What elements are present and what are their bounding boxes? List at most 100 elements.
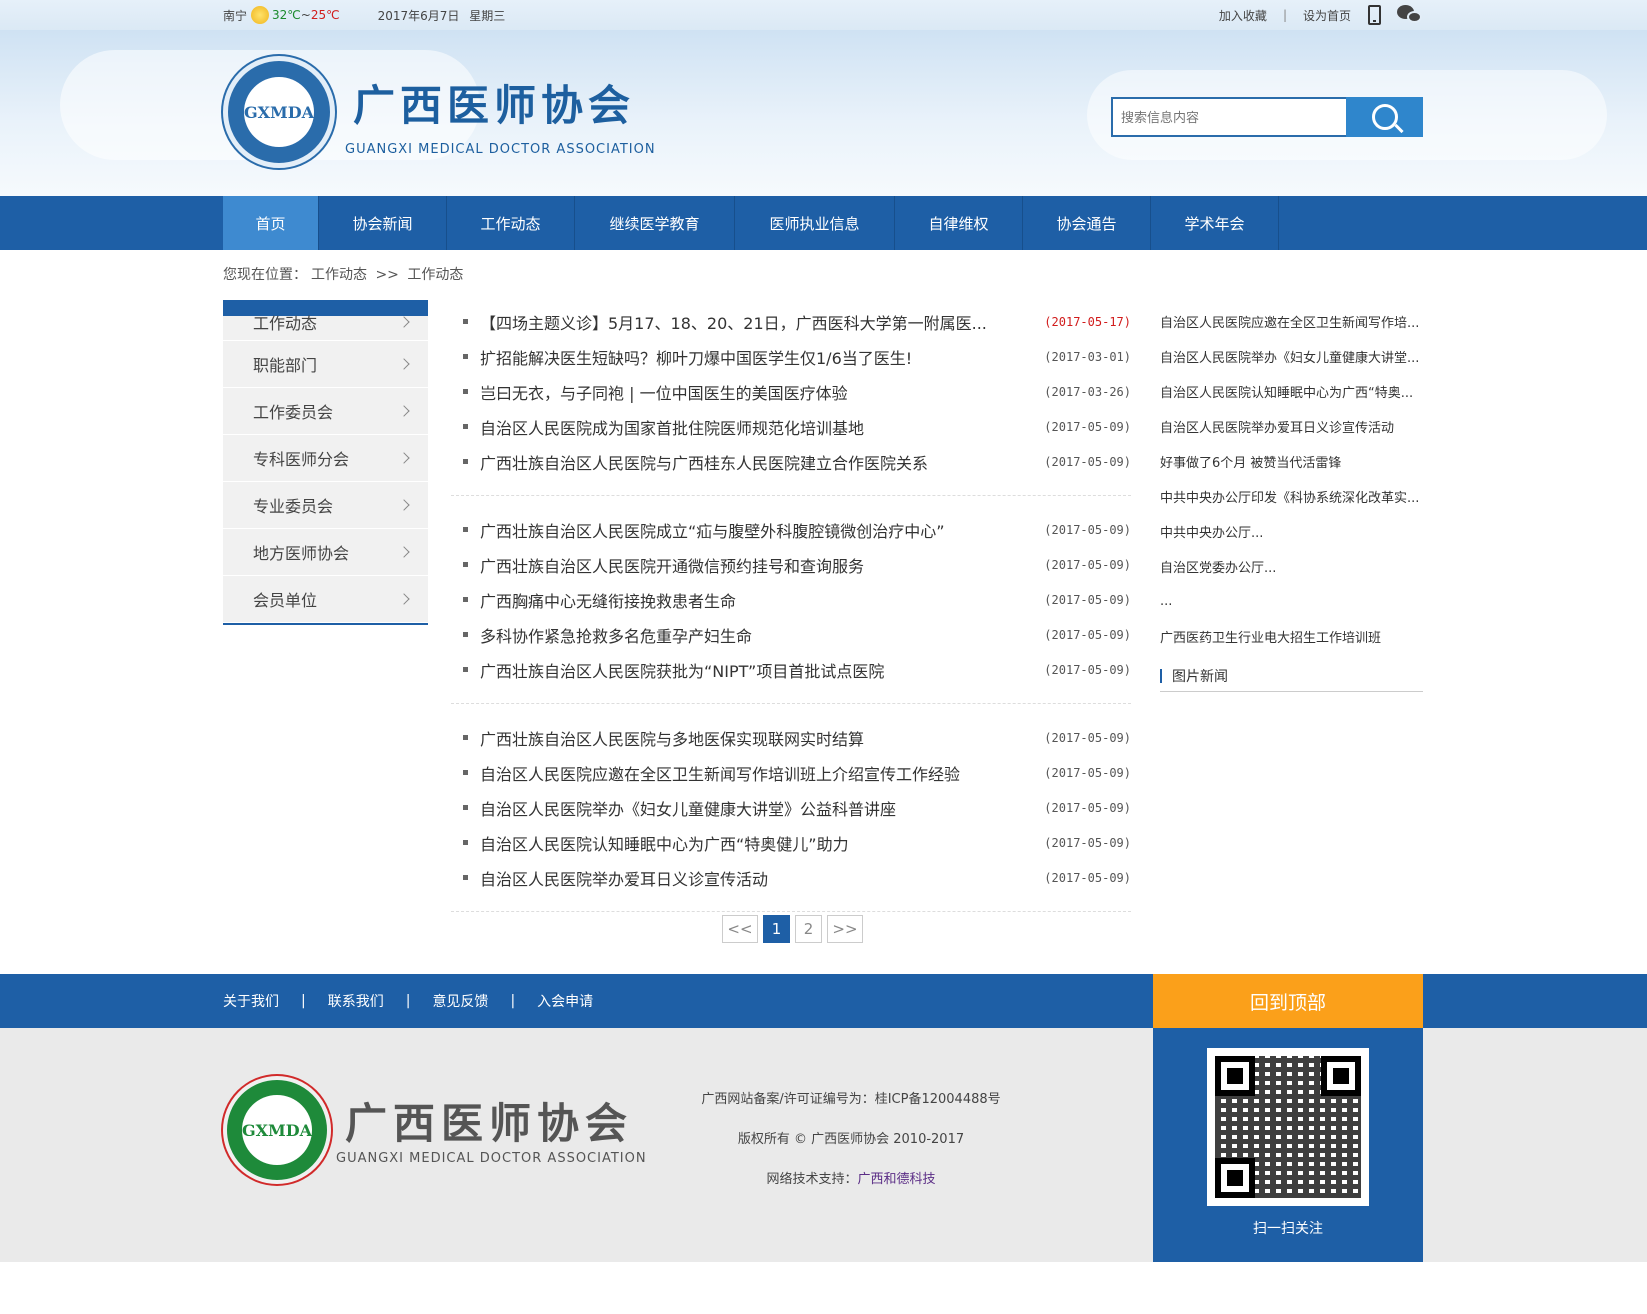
nav-practice-info[interactable]: 医师执业信息 — [735, 196, 895, 250]
nav-self-discipline[interactable]: 自律维权 — [895, 196, 1023, 250]
left-menu-item[interactable]: 职能部门 — [223, 341, 428, 388]
footer-bar: 关于我们 | 联系我们 | 意见反馈 | 入会申请 回到顶部 — [0, 974, 1647, 1028]
association-logo[interactable]: GXMDA — [223, 56, 335, 168]
left-menu-item[interactable]: 地方医师协会 — [223, 529, 428, 576]
news-date: (2017-05-09) — [1044, 454, 1131, 469]
pagination: << 1 2 >> — [722, 915, 868, 943]
news-row[interactable]: 岂曰无衣，与子同袍 | 一位中国医生的美国医疗体验 (2017-03-26) — [451, 374, 1131, 409]
footer-link-feedback[interactable]: 意见反馈 — [432, 991, 488, 1011]
bullet-icon — [463, 597, 468, 602]
footer-link-join[interactable]: 入会申请 — [537, 991, 593, 1011]
news-row[interactable]: 广西壮族自治区人民医院与多地医保实现联网实时结算 (2017-05-09) — [451, 720, 1131, 755]
support-link[interactable]: 广西和德科技 — [858, 1172, 936, 1187]
left-menu-label: 职能部门 — [253, 356, 318, 375]
footer-link-contact[interactable]: 联系我们 — [328, 991, 384, 1011]
nav-continuing-education[interactable]: 继续医学教育 — [575, 196, 735, 250]
chevron-right-icon — [398, 546, 410, 558]
left-menu-item[interactable]: 专科医师分会 — [223, 435, 428, 482]
news-row[interactable]: 自治区人民医院举办《妇女儿童健康大讲堂》公益科普讲座 (2017-05-09) — [451, 790, 1131, 825]
news-title[interactable]: 自治区人民医院认知睡眠中心为广西“特奥健儿”助力 — [480, 831, 1041, 855]
side-news-item[interactable]: 自治区人民医院认知睡眠中心为广西“特奥... — [1160, 374, 1423, 409]
news-row[interactable]: 广西壮族自治区人民医院获批为“NIPT”项目首批试点医院 (2017-05-09) — [451, 652, 1131, 687]
news-row[interactable]: 自治区人民医院成为国家首批住院医师规范化培训基地 (2017-05-09) — [451, 409, 1131, 444]
left-menu: 工作动态 职能部门 工作委员会 专科医师分会 专业委员会 地方医师协会 会员单位 — [223, 300, 428, 625]
set-home-link[interactable]: 设为首页 — [1303, 7, 1351, 24]
nav-notices[interactable]: 协会通告 — [1023, 196, 1151, 250]
side-news-item[interactable]: ... — [1160, 584, 1423, 619]
heading-marker — [1160, 668, 1162, 683]
breadcrumb-level2[interactable]: 工作动态 — [407, 267, 463, 283]
news-row[interactable]: 广西壮族自治区人民医院开通微信预约挂号和查询服务 (2017-05-09) — [451, 547, 1131, 582]
nav-work-updates[interactable]: 工作动态 — [447, 196, 575, 250]
news-title[interactable]: 自治区人民医院成为国家首批住院医师规范化培训基地 — [480, 415, 1041, 439]
news-row[interactable]: 扩招能解决医生短缺吗？柳叶刀爆中国医学生仅1/6当了医生! (2017-03-01… — [451, 339, 1131, 374]
date-display: 2017年6月7日 星期三 — [378, 7, 512, 24]
page-1-button[interactable]: 1 — [763, 915, 790, 943]
left-menu-label: 工作委员会 — [253, 403, 334, 422]
news-row[interactable]: 自治区人民医院认知睡眠中心为广西“特奥健儿”助力 (2017-05-09) — [451, 825, 1131, 860]
footer-link-about[interactable]: 关于我们 — [223, 991, 279, 1011]
back-to-top-button[interactable]: 回到顶部 — [1153, 974, 1423, 1028]
side-news-item[interactable]: 自治区人民医院应邀在全区卫生新闻写作培... — [1160, 304, 1423, 339]
news-title[interactable]: 自治区人民医院举办《妇女儿童健康大讲堂》公益科普讲座 — [480, 796, 1041, 820]
date-text: 2017年6月7日 — [377, 8, 460, 23]
bullet-icon — [463, 527, 468, 532]
side-news-item[interactable]: 自治区党委办公厅... — [1160, 549, 1423, 584]
bullet-icon — [463, 805, 468, 810]
wechat-icon[interactable] — [1397, 5, 1423, 25]
footer: GXMDA 广西医师协会 GUANGXI MEDICAL DOCTOR ASSO… — [0, 1028, 1647, 1262]
news-row[interactable]: 广西壮族自治区人民医院成立“疝与腹壁外科腹腔镜微创治疗中心” (2017-05-0… — [451, 512, 1131, 547]
prev-page-button[interactable]: << — [722, 915, 758, 943]
left-menu-item[interactable]: 专业委员会 — [223, 482, 428, 529]
news-row[interactable]: 【四场主题义诊】5月17、18、20、21日，广西医科大学第一附属医... (20… — [451, 304, 1131, 339]
news-row[interactable]: 自治区人民医院举办爱耳日义诊宣传活动 (2017-05-09) — [451, 860, 1131, 895]
bullet-icon — [463, 770, 468, 775]
news-title[interactable]: 岂曰无衣，与子同袍 | 一位中国医生的美国医疗体验 — [480, 380, 1041, 404]
news-title[interactable]: 广西胸痛中心无缝衔接挽救患者生命 — [480, 588, 1041, 612]
bullet-icon — [463, 459, 468, 464]
search-button[interactable] — [1346, 97, 1423, 137]
news-row[interactable]: 自治区人民医院应邀在全区卫生新闻写作培训班上介绍宣传工作经验 (2017-05-0… — [451, 755, 1131, 790]
news-title[interactable]: 自治区人民医院应邀在全区卫生新闻写作培训班上介绍宣传工作经验 — [480, 761, 1041, 785]
news-title[interactable]: 广西壮族自治区人民医院与多地医保实现联网实时结算 — [480, 726, 1041, 750]
search-input[interactable] — [1111, 97, 1346, 137]
bullet-icon — [463, 424, 468, 429]
mobile-phone-icon[interactable] — [1368, 5, 1381, 25]
left-menu-item[interactable]: 工作委员会 — [223, 388, 428, 435]
picture-news-label[interactable]: 图片新闻 — [1172, 666, 1228, 686]
nav-association-news[interactable]: 协会新闻 — [319, 196, 447, 250]
bookmark-link[interactable]: 加入收藏 — [1219, 7, 1267, 24]
news-row[interactable]: 广西胸痛中心无缝衔接挽救患者生命 (2017-05-09) — [451, 582, 1131, 617]
footer-separator: | — [301, 993, 306, 1009]
news-title[interactable]: 多科协作紧急抢救多名危重孕产妇生命 — [480, 623, 1041, 647]
news-row[interactable]: 广西壮族自治区人民医院与广西桂东人民医院建立合作医院关系 (2017-05-09) — [451, 444, 1131, 479]
side-news-item[interactable]: 自治区人民医院举办《妇女儿童健康大讲堂... — [1160, 339, 1423, 374]
news-title[interactable]: 扩招能解决医生短缺吗？柳叶刀爆中国医学生仅1/6当了医生! — [480, 345, 1041, 369]
news-date: (2017-05-09) — [1044, 730, 1131, 745]
bullet-icon — [463, 875, 468, 880]
news-date: (2017-05-09) — [1044, 419, 1131, 434]
side-news-item[interactable]: 中共中央办公厅印发《科协系统深化改革实... — [1160, 479, 1423, 514]
side-news-item[interactable]: 广西医药卫生行业电大招生工作培训班 — [1160, 619, 1423, 654]
news-title[interactable]: 广西壮族自治区人民医院获批为“NIPT”项目首批试点医院 — [480, 658, 1041, 682]
news-title[interactable]: 【四场主题义诊】5月17、18、20、21日，广西医科大学第一附属医... — [480, 310, 1041, 334]
page-2-button[interactable]: 2 — [795, 915, 822, 943]
news-row[interactable]: 多科协作紧急抢救多名危重孕产妇生命 (2017-05-09) — [451, 617, 1131, 652]
left-menu-item[interactable]: 会员单位 — [223, 576, 428, 623]
news-date: (2017-05-09) — [1044, 557, 1131, 572]
footer-separator: | — [510, 993, 516, 1009]
breadcrumb-level1[interactable]: 工作动态 — [311, 267, 367, 283]
side-news-item[interactable]: 中共中央办公厅... — [1160, 514, 1423, 549]
top-bar: 南宁 32℃ ~ 25℃ 2017年6月7日 星期三 加入收藏 | 设为首页 — [0, 0, 1647, 30]
nav-home[interactable]: 首页 — [223, 196, 319, 250]
nav-annual-meeting[interactable]: 学术年会 — [1151, 196, 1279, 250]
left-menu-item[interactable]: 工作动态 — [223, 310, 428, 341]
side-news-item[interactable]: 好事做了6个月 被赞当代活雷锋 — [1160, 444, 1423, 479]
news-title[interactable]: 广西壮族自治区人民医院与广西桂东人民医院建立合作医院关系 — [480, 450, 1041, 474]
news-title[interactable]: 广西壮族自治区人民医院开通微信预约挂号和查询服务 — [480, 553, 1041, 577]
main-nav: 首页 协会新闻 工作动态 继续医学教育 医师执业信息 自律维权 协会通告 学术年… — [0, 196, 1647, 250]
next-page-button[interactable]: >> — [827, 915, 863, 943]
news-title[interactable]: 自治区人民医院举办爱耳日义诊宣传活动 — [480, 866, 1041, 890]
side-news-item[interactable]: 自治区人民医院举办爱耳日义诊宣传活动 — [1160, 409, 1423, 444]
news-title[interactable]: 广西壮族自治区人民医院成立“疝与腹壁外科腹腔镜微创治疗中心” — [480, 518, 1041, 542]
